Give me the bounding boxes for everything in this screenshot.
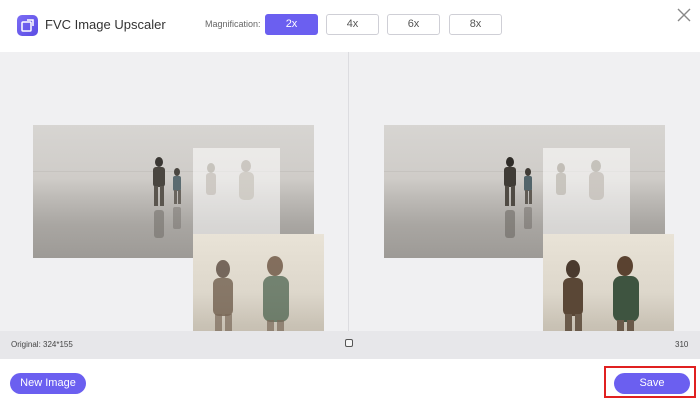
output-size-info: 310	[675, 340, 689, 349]
save-button[interactable]: Save	[614, 373, 690, 394]
upscaled-people-figures	[504, 157, 532, 238]
magnification-6x-button[interactable]: 6x	[387, 14, 440, 35]
compare-divider[interactable]	[348, 52, 349, 359]
footer-bar	[0, 359, 700, 411]
magnification-4x-button[interactable]: 4x	[326, 14, 379, 35]
original-size-info: Original: 324*155	[11, 340, 73, 349]
magnification-label: Magnification:	[205, 19, 261, 29]
upscaled-zoom-region[interactable]	[543, 148, 630, 234]
magnification-2x-button[interactable]: 2x	[265, 14, 318, 35]
header-bar: FVC Image Upscaler Magnification: 2x 4x …	[0, 0, 700, 52]
compare-handle-icon[interactable]	[345, 339, 353, 347]
preview-area: Original: 324*155 310	[0, 52, 700, 364]
magnification-8x-button[interactable]: 8x	[449, 14, 502, 35]
new-image-button[interactable]: New Image	[10, 373, 86, 394]
app-logo-icon	[17, 15, 38, 36]
close-icon[interactable]	[676, 7, 692, 23]
original-people-figures	[153, 157, 181, 238]
app-title: FVC Image Upscaler	[45, 17, 166, 32]
original-zoom-region[interactable]	[193, 148, 280, 234]
